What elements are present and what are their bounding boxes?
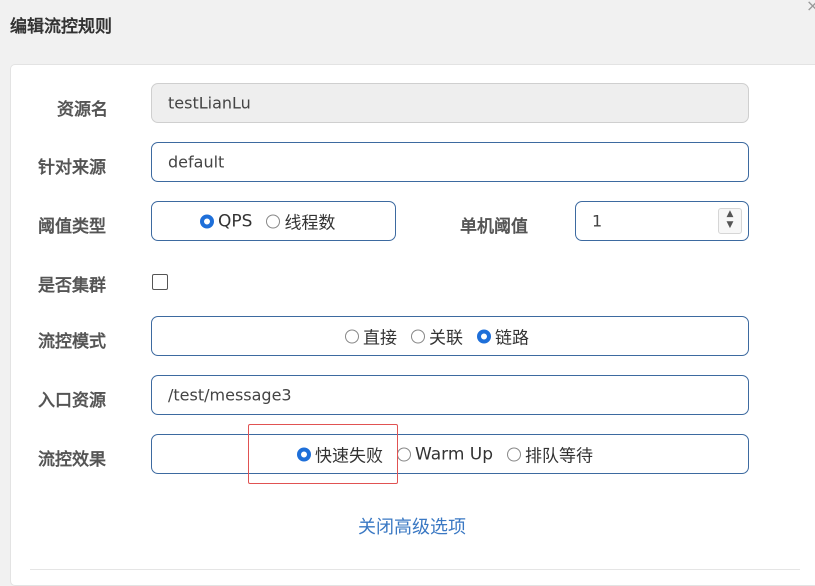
limit-app-label: 针对来源 — [38, 158, 106, 178]
strategy-direct-radio[interactable] — [345, 329, 359, 343]
grade-thread-radio[interactable] — [266, 214, 281, 228]
strategy-relate-label: 关联 — [429, 328, 463, 349]
strategy-direct-label: 直接 — [363, 328, 397, 349]
strategy-chain-radio[interactable] — [477, 329, 491, 343]
count-value: 1 — [592, 211, 603, 231]
strategy-label: 流控模式 — [38, 332, 106, 352]
grade-qps-radio[interactable] — [200, 214, 214, 228]
divider — [30, 569, 800, 570]
behavior-warm-up-radio[interactable] — [397, 447, 411, 461]
grade-label: 阈值类型 — [38, 217, 106, 237]
count-input[interactable]: 1 ▲ ▼ — [575, 201, 749, 241]
resource-label: 资源名 — [57, 100, 108, 120]
strategy-chain-label: 链路 — [495, 328, 529, 349]
control-behavior-radio-group: 快速失败 Warm Up 排队等待 — [151, 434, 749, 474]
grade-qps-label: QPS — [218, 211, 253, 231]
limit-app-value: default — [168, 152, 225, 172]
grade-thread-label: 线程数 — [284, 213, 336, 234]
dialog-title: 编辑流控规则 — [10, 17, 112, 37]
highlight-box — [248, 424, 398, 484]
count-label: 单机阈值 — [460, 217, 528, 237]
ref-resource-label: 入口资源 — [38, 391, 106, 411]
number-spinner-icon[interactable]: ▲ ▼ — [718, 208, 742, 234]
toggle-advanced-link[interactable]: 关闭高级选项 — [358, 513, 466, 539]
behavior-queue-radio[interactable] — [507, 447, 522, 461]
grade-radio-group: QPS 线程数 — [151, 201, 396, 241]
behavior-warm-up-label: Warm Up — [415, 444, 494, 464]
behavior-queue-label: 排队等待 — [525, 446, 594, 467]
cluster-label: 是否集群 — [38, 276, 106, 296]
resource-input: testLianLu — [151, 83, 749, 123]
strategy-relate-radio[interactable] — [411, 329, 425, 343]
close-icon[interactable]: × — [806, 0, 815, 14]
strategy-radio-group: 直接 关联 链路 — [151, 316, 749, 356]
resource-value: testLianLu — [168, 93, 251, 113]
cluster-checkbox[interactable] — [152, 274, 168, 290]
limit-app-input[interactable]: default — [151, 142, 749, 182]
control-behavior-label: 流控效果 — [38, 450, 106, 470]
ref-resource-input[interactable]: /test/message3 — [151, 375, 749, 415]
ref-resource-value: /test/message3 — [168, 385, 292, 405]
